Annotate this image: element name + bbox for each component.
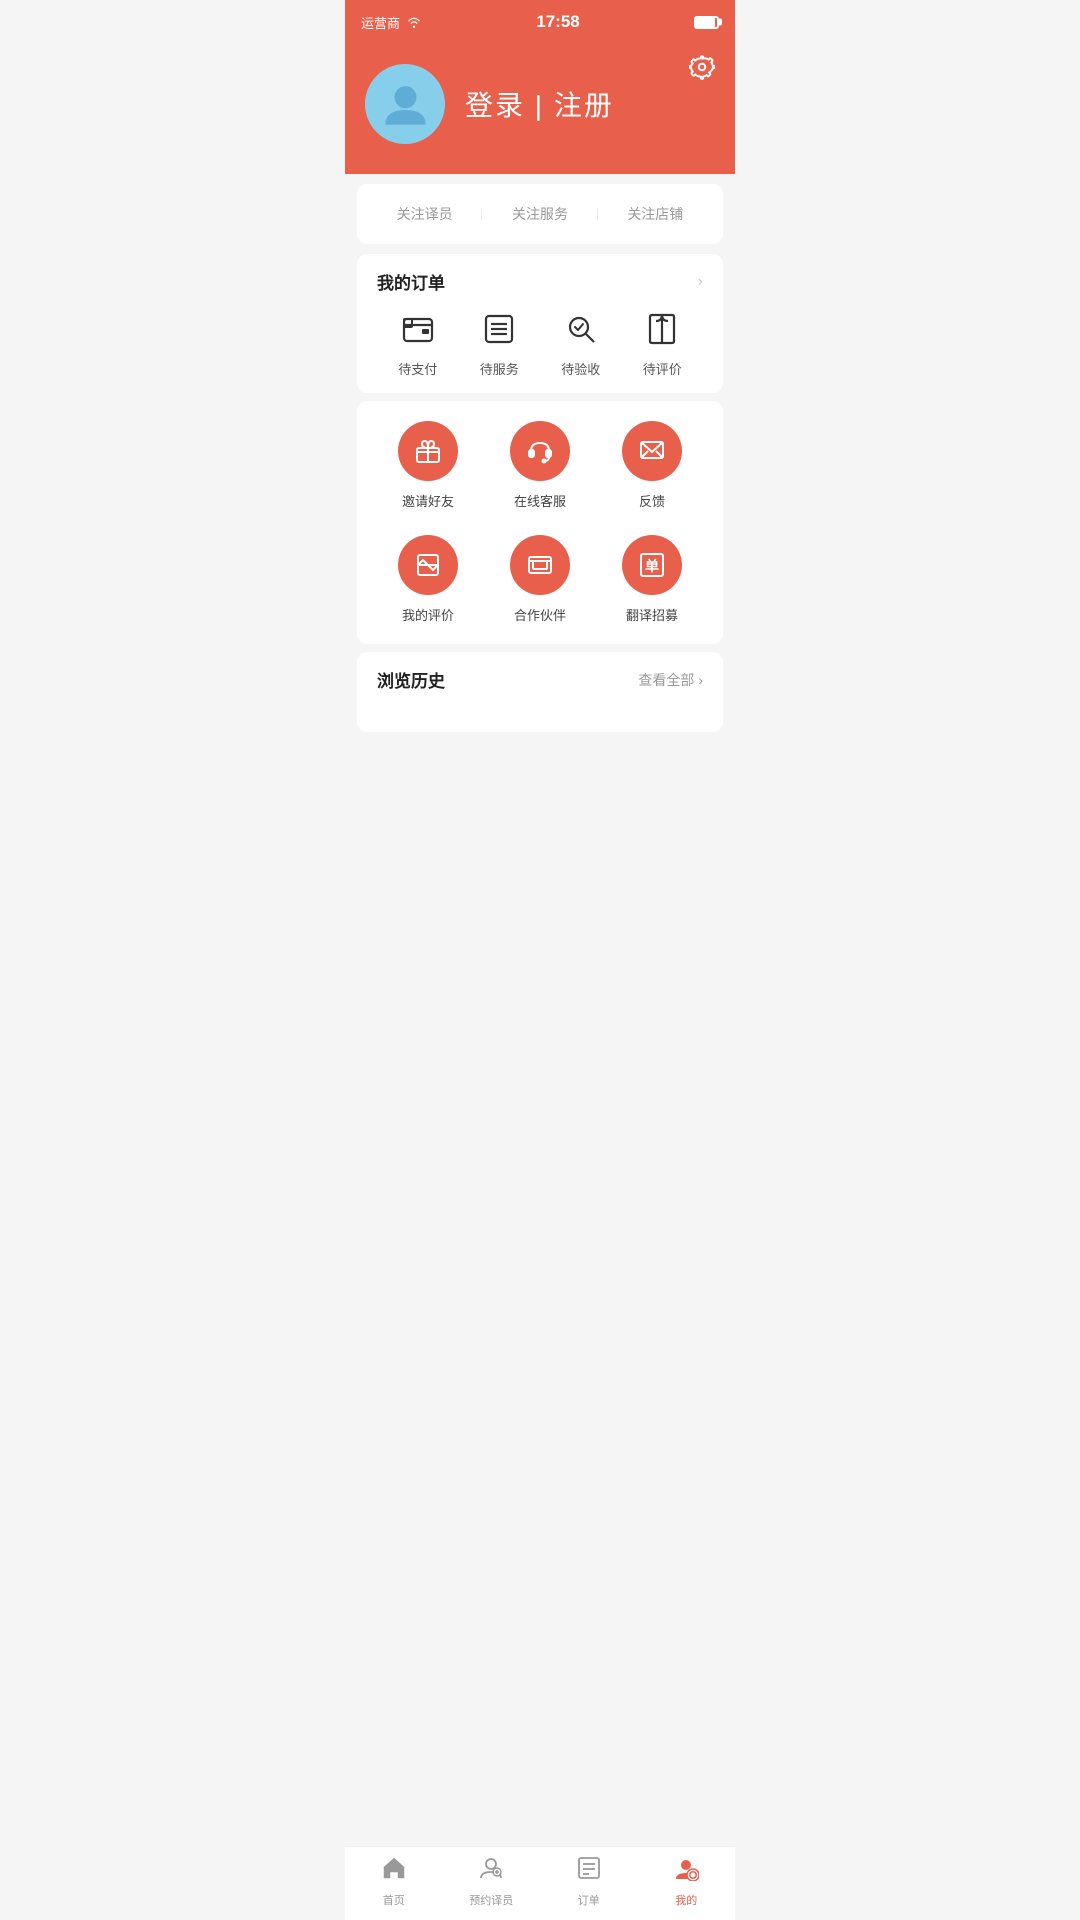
wifi-icon bbox=[406, 15, 422, 29]
follow-shop[interactable]: 关注店铺 bbox=[598, 204, 713, 224]
service-recruit[interactable]: 单 翻译招募 bbox=[596, 535, 708, 624]
profile-section[interactable]: 登录 | 注册 bbox=[365, 64, 715, 144]
avatar-icon bbox=[378, 77, 433, 132]
book-icon bbox=[642, 309, 682, 349]
list-icon bbox=[479, 309, 519, 349]
order-pending-acceptance[interactable]: 待验收 bbox=[561, 309, 601, 378]
battery-icon bbox=[694, 16, 719, 29]
order-pending-service-label: 待服务 bbox=[480, 359, 519, 378]
login-register-text[interactable]: 登录 | 注册 bbox=[465, 84, 614, 124]
history-section: 浏览历史 查看全部 › bbox=[357, 652, 723, 732]
order-pending-review[interactable]: 待评价 bbox=[642, 309, 682, 378]
order-pending-service[interactable]: 待服务 bbox=[479, 309, 519, 378]
recruit-icon-circle: 单 bbox=[622, 535, 682, 595]
service-partner-label: 合作伙伴 bbox=[514, 605, 566, 624]
nav-mine-label: 我的 bbox=[675, 1892, 697, 1908]
service-evaluation-label: 我的评价 bbox=[402, 605, 454, 624]
order-pending-payment[interactable]: 待支付 bbox=[398, 309, 438, 378]
service-feedback[interactable]: 反馈 bbox=[596, 421, 708, 510]
translator-icon bbox=[478, 1855, 504, 1888]
nav-home-label: 首页 bbox=[383, 1892, 405, 1908]
service-evaluation[interactable]: 我的评价 bbox=[372, 535, 484, 624]
mine-icon bbox=[673, 1855, 699, 1888]
service-support[interactable]: 在线客服 bbox=[484, 421, 596, 510]
service-invite-label: 邀请好友 bbox=[402, 491, 454, 510]
wallet-icon bbox=[398, 309, 438, 349]
partner-icon-circle bbox=[510, 535, 570, 595]
status-time: 17:58 bbox=[536, 12, 579, 32]
service-partner[interactable]: 合作伙伴 bbox=[484, 535, 596, 624]
services-section: 邀请好友 在线客服 bbox=[357, 401, 723, 644]
nav-book-translator[interactable]: 预约译员 bbox=[443, 1855, 541, 1908]
headset-icon-circle bbox=[510, 421, 570, 481]
bottom-nav: 首页 预约译员 订单 bbox=[345, 1846, 735, 1920]
orders-nav-icon bbox=[576, 1855, 602, 1888]
orders-section: 我的订单 › 待支付 bbox=[357, 254, 723, 393]
orders-header[interactable]: 我的订单 › bbox=[377, 269, 703, 294]
order-items-grid: 待支付 待服务 待验收 bbox=[377, 309, 703, 378]
nav-book-translator-label: 预约译员 bbox=[469, 1892, 513, 1908]
gift-icon-circle bbox=[398, 421, 458, 481]
service-feedback-label: 反馈 bbox=[639, 491, 665, 510]
status-left: 运营商 bbox=[361, 13, 422, 32]
svg-text:单: 单 bbox=[645, 558, 659, 574]
services-grid: 邀请好友 在线客服 bbox=[372, 421, 708, 624]
orders-chevron: › bbox=[698, 273, 703, 291]
nav-home[interactable]: 首页 bbox=[345, 1855, 443, 1908]
follow-translator[interactable]: 关注译员 bbox=[367, 204, 482, 224]
status-right bbox=[694, 16, 719, 29]
header: 登录 | 注册 bbox=[345, 44, 735, 174]
nav-orders-label: 订单 bbox=[578, 1892, 600, 1908]
search-check-icon bbox=[561, 309, 601, 349]
avatar bbox=[365, 64, 445, 144]
order-pending-acceptance-label: 待验收 bbox=[561, 359, 600, 378]
orders-title: 我的订单 bbox=[377, 269, 445, 294]
carrier-text: 运营商 bbox=[361, 13, 400, 32]
feedback-icon-circle bbox=[622, 421, 682, 481]
follow-section: 关注译员 关注服务 关注店铺 bbox=[357, 184, 723, 244]
service-invite[interactable]: 邀请好友 bbox=[372, 421, 484, 510]
service-support-label: 在线客服 bbox=[514, 491, 566, 510]
evaluation-icon-circle bbox=[398, 535, 458, 595]
status-bar: 运营商 17:58 bbox=[345, 0, 735, 44]
home-icon bbox=[381, 1855, 407, 1888]
settings-icon[interactable] bbox=[689, 54, 715, 87]
service-recruit-label: 翻译招募 bbox=[626, 605, 678, 624]
nav-orders[interactable]: 订单 bbox=[540, 1855, 638, 1908]
history-title: 浏览历史 bbox=[377, 667, 445, 692]
follow-service[interactable]: 关注服务 bbox=[482, 204, 597, 224]
order-pending-payment-label: 待支付 bbox=[398, 359, 437, 378]
order-pending-review-label: 待评价 bbox=[643, 359, 682, 378]
nav-mine[interactable]: 我的 bbox=[638, 1855, 736, 1908]
history-header: 浏览历史 查看全部 › bbox=[377, 667, 703, 692]
view-all-button[interactable]: 查看全部 › bbox=[638, 670, 703, 690]
